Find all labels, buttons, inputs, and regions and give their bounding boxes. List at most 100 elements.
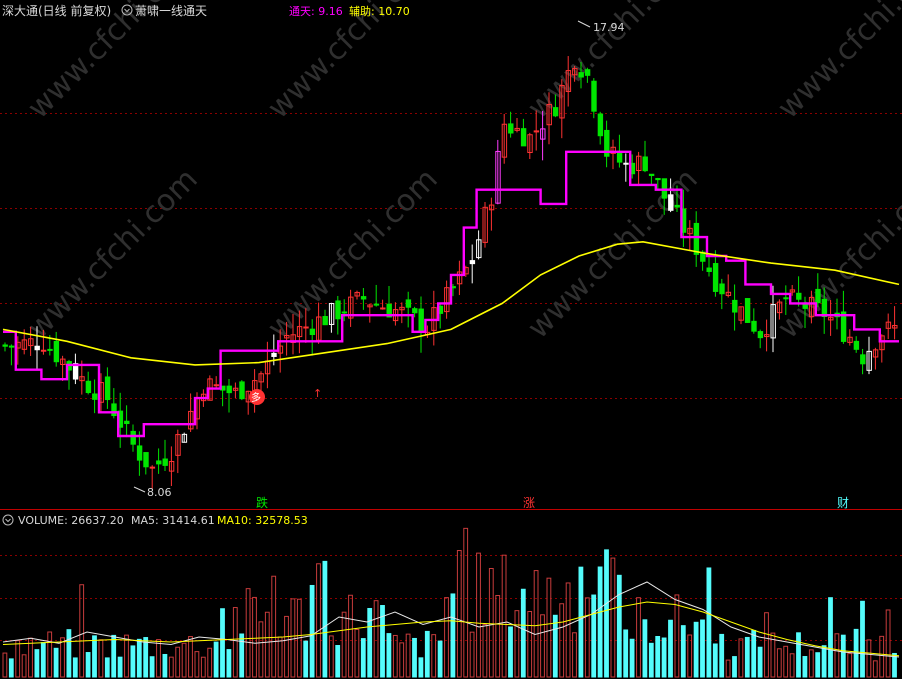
volume-bar	[514, 610, 520, 678]
volume-bar	[28, 637, 33, 678]
candle-body	[104, 376, 111, 401]
low-annotation: 8.06	[133, 486, 172, 499]
candle-body	[757, 331, 764, 339]
candle-body	[706, 267, 712, 272]
candle-body	[616, 150, 623, 163]
candle-body	[8, 345, 15, 348]
volume-bar	[47, 631, 53, 678]
volume-bar	[341, 611, 347, 678]
volume-bar	[258, 621, 264, 678]
candle-body	[815, 288, 821, 304]
candle-body	[124, 420, 130, 425]
volume-bar	[232, 607, 238, 678]
volume-bar	[72, 657, 78, 678]
candle-body	[303, 326, 309, 329]
volume-bar	[264, 611, 270, 678]
volume-bar	[706, 567, 712, 678]
volume-bar	[175, 646, 181, 678]
volume-bar	[85, 652, 91, 678]
volume-bar	[220, 608, 225, 678]
volume-bar	[60, 637, 65, 678]
candle-body	[508, 123, 514, 134]
volume-bar	[546, 577, 552, 678]
volume-bar	[168, 656, 174, 678]
candle-body	[40, 349, 47, 352]
volume-bar	[322, 560, 328, 678]
volume-bar	[200, 656, 206, 678]
volume-bar	[776, 648, 782, 678]
candle-body	[732, 299, 738, 313]
indicator-lines	[2, 150, 900, 438]
high-price-label: 17.94	[593, 21, 625, 34]
candle-body	[597, 113, 604, 137]
volume-bar	[444, 597, 449, 678]
candle-body	[34, 345, 40, 351]
volume-bar	[431, 634, 437, 678]
marker-zhang: 涨	[523, 495, 535, 510]
candle-body	[661, 178, 668, 199]
volume-bar	[751, 629, 757, 678]
volume-bars	[2, 527, 897, 678]
volume-bar	[316, 563, 321, 678]
volume-bar	[412, 637, 417, 678]
volume-bar	[143, 637, 149, 678]
volume-bar	[130, 645, 136, 678]
candle-body	[271, 352, 277, 357]
chart-canvas: www.cfchi.com www.cfchi.com www.cfchi.com w…	[0, 0, 902, 678]
candle-body	[373, 303, 380, 306]
candle-body	[143, 452, 149, 468]
candle-body	[405, 299, 412, 308]
volume-bar	[226, 649, 232, 678]
volume-bar	[111, 634, 117, 678]
candle-body	[668, 194, 674, 211]
high-annotation: 17.94	[577, 20, 625, 34]
volume-bar	[386, 633, 392, 678]
candle-body	[53, 340, 60, 363]
volume-bar	[725, 659, 731, 678]
volume-bar	[277, 636, 283, 678]
volume-bar	[392, 634, 398, 678]
candle-body	[584, 69, 591, 76]
volume-bar	[482, 624, 488, 678]
candle-body	[796, 292, 802, 300]
volume-bar	[616, 574, 622, 678]
volume-bar	[744, 636, 750, 678]
volume-bar	[552, 614, 558, 678]
volume-bar	[399, 642, 405, 678]
volume-bar	[860, 600, 865, 678]
volume-bar	[162, 653, 168, 678]
candle-body	[552, 107, 559, 117]
volume-bar	[815, 652, 821, 678]
volume-bar	[636, 597, 641, 678]
volume-bar	[252, 596, 257, 678]
candle-body	[341, 311, 348, 314]
volume-bar	[821, 645, 827, 678]
volume-bar	[104, 657, 110, 678]
candle-body	[85, 380, 92, 394]
marker-die: 跌	[256, 495, 268, 510]
volume-bar	[418, 657, 424, 678]
volume-bar	[495, 595, 501, 678]
ticker-title: 深大通(日线 前复权)	[2, 3, 111, 18]
volume-bar	[828, 597, 833, 678]
volume-bar	[712, 643, 718, 678]
volume-bar	[668, 619, 673, 678]
candle-body	[821, 298, 828, 318]
candle-body	[578, 72, 584, 78]
candle-body	[309, 328, 316, 336]
candle-body	[860, 354, 866, 365]
watermark-text: www.cfchi.com	[21, 0, 205, 126]
volume-bar	[92, 635, 97, 678]
volume-bar	[136, 638, 142, 678]
candle-body	[156, 460, 162, 465]
arrow-marker: ↑	[313, 387, 322, 400]
volume-bar	[456, 550, 462, 678]
volume-bar	[2, 652, 8, 678]
marker-cai: 财	[837, 496, 849, 510]
volume-bar	[245, 588, 251, 678]
volume-bar	[284, 615, 289, 678]
volume-bar	[661, 637, 667, 678]
volume-bar	[655, 635, 661, 678]
volume-collapse-icon[interactable]	[2, 514, 14, 526]
volume-bar	[476, 552, 481, 678]
